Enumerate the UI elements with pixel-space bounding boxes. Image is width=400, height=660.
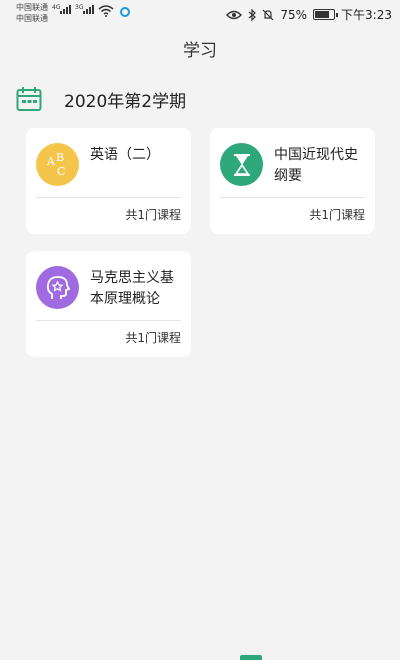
head-star-icon xyxy=(36,266,79,309)
wifi-icon xyxy=(98,5,114,17)
course-name: 马克思主义基本原理概论 xyxy=(90,270,174,307)
svg-text:B: B xyxy=(56,151,64,164)
eye-icon xyxy=(226,10,243,19)
course-card-marxism[interactable]: 马克思主义基本原理概论 共1门课程 xyxy=(26,251,191,357)
course-card-english[interactable]: A B C 英语（二） 共1门课程 xyxy=(26,128,191,234)
course-card-modern-history[interactable]: 中国近现代史纲要 共1门课程 xyxy=(210,128,375,234)
battery-percent-label: 75% xyxy=(280,7,308,22)
card-divider xyxy=(36,320,181,321)
bluetooth-icon xyxy=(248,8,257,21)
battery-icon xyxy=(313,9,339,20)
status-bar: 中国联通 中国联通 4G 3G 75% 下午3:23 xyxy=(0,0,400,28)
course-count: 共1门课程 xyxy=(125,208,181,222)
page-title: 学习 xyxy=(183,41,217,61)
mute-bell-icon xyxy=(262,9,274,20)
signal-2-icon xyxy=(83,5,94,14)
course-count: 共1门课程 xyxy=(125,331,181,345)
signal-1-icon xyxy=(60,5,71,14)
nav-home-icon[interactable] xyxy=(44,655,58,660)
battery-level-fill xyxy=(315,11,329,18)
course-name: 英语（二） xyxy=(90,147,160,163)
card-divider xyxy=(36,197,181,198)
app-notification-icon xyxy=(120,7,130,17)
calendar-icon xyxy=(16,87,42,111)
status-right: 75% 下午3:23 xyxy=(226,6,392,23)
semester-title: 2020年第2学期 xyxy=(64,91,187,112)
carrier-2-label: 中国联通 xyxy=(16,14,48,23)
bottom-navigation xyxy=(0,650,400,660)
card-divider xyxy=(220,197,365,198)
nav-profile-icon[interactable] xyxy=(342,655,356,660)
semester-header: 2020年第2学期 xyxy=(16,86,186,112)
course-name: 中国近现代史纲要 xyxy=(274,147,358,184)
carrier-1-label: 中国联通 xyxy=(16,3,48,12)
svg-text:A: A xyxy=(46,155,56,168)
course-count: 共1门课程 xyxy=(309,208,365,222)
nav-study-icon[interactable] xyxy=(240,655,262,660)
carrier-labels: 中国联通 中国联通 xyxy=(16,2,48,24)
hourglass-icon xyxy=(220,143,263,186)
abc-icon: A B C xyxy=(36,143,79,186)
clock-label: 下午3:23 xyxy=(341,8,392,22)
svg-text:C: C xyxy=(57,165,65,178)
nav-explore-icon[interactable] xyxy=(143,655,157,660)
